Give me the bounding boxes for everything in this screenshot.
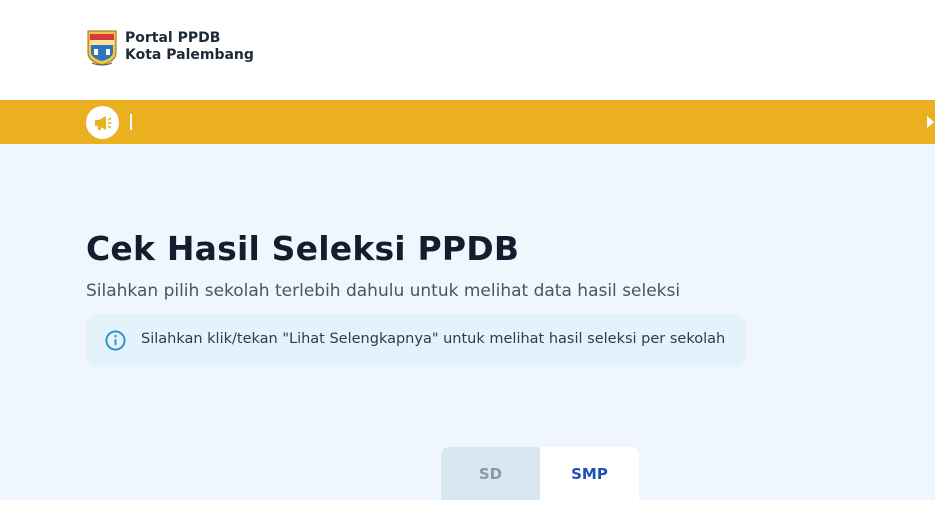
tab-smp[interactable]: SMP (540, 447, 639, 500)
brand-line-2: Kota Palembang (125, 47, 254, 63)
info-alert-text: Silahkan klik/tekan "Lihat Selengkapnya"… (141, 331, 726, 347)
page-subtitle: Silahkan pilih sekolah terlebih dahulu u… (86, 281, 681, 301)
play-arrow-icon[interactable] (927, 116, 934, 128)
header: Portal PPDB Kota Palembang (0, 0, 935, 100)
announcement-bar (0, 100, 935, 144)
brand-line-1: Portal PPDB (125, 30, 221, 46)
page-title: Cek Hasil Seleksi PPDB (86, 229, 520, 268)
bottom-strip (0, 500, 935, 526)
palembang-coat-of-arms-icon[interactable] (86, 27, 118, 67)
megaphone-icon[interactable] (86, 106, 119, 139)
announcement-caret (130, 114, 132, 130)
tab-sd[interactable]: SD (441, 447, 540, 500)
brand-title[interactable]: Portal PPDB Kota Palembang (125, 30, 254, 64)
info-circle-icon (105, 330, 126, 351)
